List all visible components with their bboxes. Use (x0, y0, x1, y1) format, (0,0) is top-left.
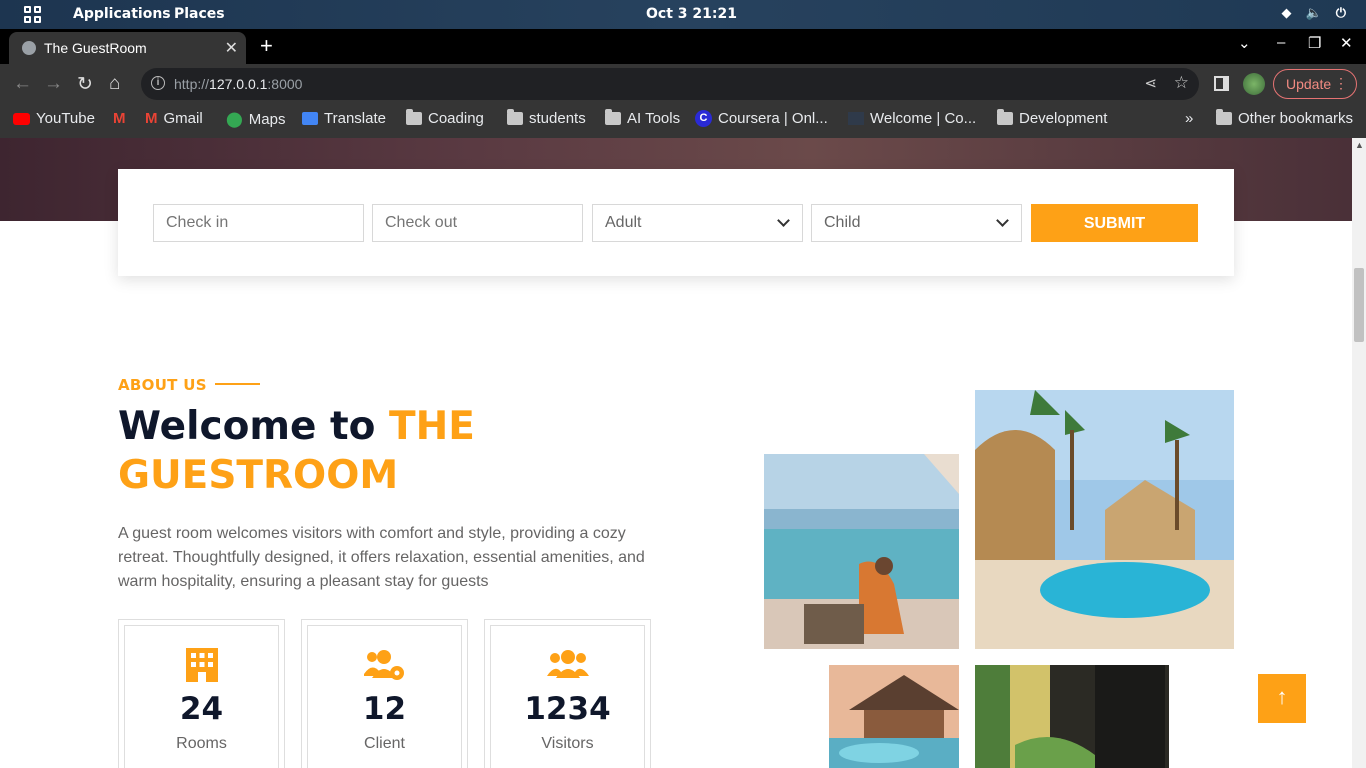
more-bookmarks-button[interactable]: » (1185, 110, 1193, 127)
folder-icon (605, 109, 621, 125)
tab-strip: The GuestRoom ✕ (0, 29, 1366, 64)
folder-icon (507, 109, 523, 125)
child-select[interactable]: Child (811, 204, 1022, 242)
youtube-icon (13, 112, 30, 125)
bookmark-gmail[interactable]: M Gmail (145, 110, 203, 127)
stat-rooms: 24 Rooms (118, 619, 285, 768)
folder-icon (997, 109, 1013, 125)
waterfront-villa-photo (829, 665, 959, 768)
translate-icon (302, 112, 318, 125)
chevron-down-icon (777, 214, 790, 227)
maximize-button[interactable]: ❐ (1308, 34, 1321, 52)
browser-tab[interactable]: The GuestRoom ✕ (9, 32, 246, 64)
site-icon (848, 112, 864, 125)
clock[interactable]: Oct 3 21:21 (646, 6, 737, 22)
forward-icon[interactable]: → (44, 73, 63, 95)
bookmark-welcome[interactable]: Welcome | Co... (848, 110, 976, 127)
tab-title: The GuestRoom (44, 40, 147, 56)
home-icon[interactable]: ⌂ (109, 73, 120, 95)
about-heading: Welcome to THE GUESTROOM (118, 404, 475, 498)
reload-icon[interactable]: ↻ (77, 73, 93, 96)
page-scrollbar[interactable]: ▲ (1352, 138, 1366, 768)
bookmarks-bar: YouTube M M Gmail ⬤ Maps Translate Coading… (0, 104, 1366, 138)
bookmark-coursera[interactable]: C Coursera | Onl... (695, 110, 828, 127)
stat-number: 24 (179, 691, 224, 727)
places-menu[interactable]: Places (174, 6, 225, 22)
stat-number: 12 (362, 691, 407, 727)
close-tab-icon[interactable]: ✕ (225, 38, 238, 58)
users-icon (546, 650, 589, 678)
stat-label: Rooms (176, 735, 227, 752)
gmail-icon: M (113, 110, 126, 127)
system-top-bar: Applications Places Oct 3 21:21 ◆ 🔈 ⏻ (0, 0, 1366, 29)
side-panel-icon[interactable] (1214, 76, 1229, 91)
back-icon[interactable]: ← (13, 73, 32, 95)
garden-lounge-photo (975, 665, 1169, 768)
submit-button[interactable]: SUBMIT (1031, 204, 1198, 242)
page-content: Adult Child SUBMIT ABOUT US Welcome to T… (0, 138, 1352, 768)
browser-toolbar: ← → ↻ ⌂ i http://127.0.0.1:8000 ⋖ ☆ Upda… (0, 64, 1366, 104)
stat-label: Visitors (541, 735, 594, 752)
about-description: A guest room welcomes visitors with comf… (118, 525, 645, 590)
bookmark-star-icon[interactable]: ☆ (1174, 73, 1189, 93)
check-in-input[interactable] (153, 204, 364, 242)
stat-visitors: 1234 Visitors (484, 619, 651, 768)
volume-icon: 🔈 (1305, 6, 1322, 21)
bookmark-ai-tools[interactable]: AI Tools (605, 109, 680, 127)
chevron-down-icon (996, 214, 1009, 227)
pool-deck-photo (764, 454, 959, 649)
close-window-button[interactable]: ✕ (1340, 34, 1353, 52)
bookmark-students[interactable]: students (507, 109, 586, 127)
stat-clients: 12 Client (301, 619, 468, 768)
bookmark-youtube[interactable]: YouTube (13, 110, 95, 127)
tropical-pool-photo (975, 390, 1234, 649)
booking-form: Adult Child SUBMIT (118, 169, 1234, 276)
about-eyebrow: ABOUT US (118, 376, 207, 394)
wifi-icon: ◆ (1281, 6, 1292, 21)
adult-select[interactable]: Adult (592, 204, 803, 242)
stat-number: 1234 (524, 691, 611, 727)
bookmark-gmail-m[interactable]: M (113, 110, 126, 127)
new-tab-button[interactable]: + (260, 33, 273, 59)
bookmark-other[interactable]: Other bookmarks (1216, 109, 1353, 127)
share-icon[interactable]: ⋖ (1144, 74, 1157, 92)
scroll-up-icon[interactable]: ▲ (1355, 140, 1364, 150)
coursera-icon: C (695, 110, 712, 127)
stat-label: Client (364, 735, 405, 752)
site-info-icon[interactable]: i (151, 76, 165, 90)
address-bar[interactable]: i http://127.0.0.1:8000 ⋖ ☆ (141, 68, 1199, 100)
tab-search-icon[interactable]: ⌄ (1238, 34, 1251, 52)
folder-icon (1216, 109, 1232, 125)
bookmark-development[interactable]: Development (997, 109, 1107, 127)
bookmark-coading[interactable]: Coading (406, 109, 484, 127)
update-button[interactable]: Update ⋮ (1273, 69, 1357, 99)
maps-pin-icon: ⬤ (226, 111, 243, 128)
users-cog-icon (363, 650, 404, 680)
app-grid-icon[interactable] (24, 6, 41, 23)
url-text[interactable]: http://127.0.0.1:8000 (174, 76, 302, 92)
arrow-up-icon: ↑ (1276, 684, 1288, 709)
chevron-double-right-icon: » (1185, 110, 1194, 127)
system-tray[interactable]: ◆ 🔈 ⏻ (1282, 6, 1346, 21)
back-to-top-button[interactable]: ↑ (1258, 674, 1306, 723)
scrollbar-thumb[interactable] (1354, 268, 1364, 342)
menu-dots-icon[interactable]: ⋮ (1334, 75, 1348, 92)
eyebrow-line (215, 383, 260, 385)
bookmark-translate[interactable]: Translate (302, 110, 386, 127)
check-out-input[interactable] (372, 204, 583, 242)
globe-icon (22, 41, 36, 55)
bookmark-maps[interactable]: ⬤ Maps (226, 110, 285, 129)
gmail-icon: M (145, 110, 158, 127)
applications-menu[interactable]: Applications (73, 6, 171, 22)
hotel-icon (185, 648, 218, 682)
power-icon: ⏻ (1335, 6, 1346, 21)
profile-avatar[interactable] (1243, 73, 1265, 95)
folder-icon (406, 109, 422, 125)
minimize-button[interactable]: – (1277, 34, 1285, 51)
